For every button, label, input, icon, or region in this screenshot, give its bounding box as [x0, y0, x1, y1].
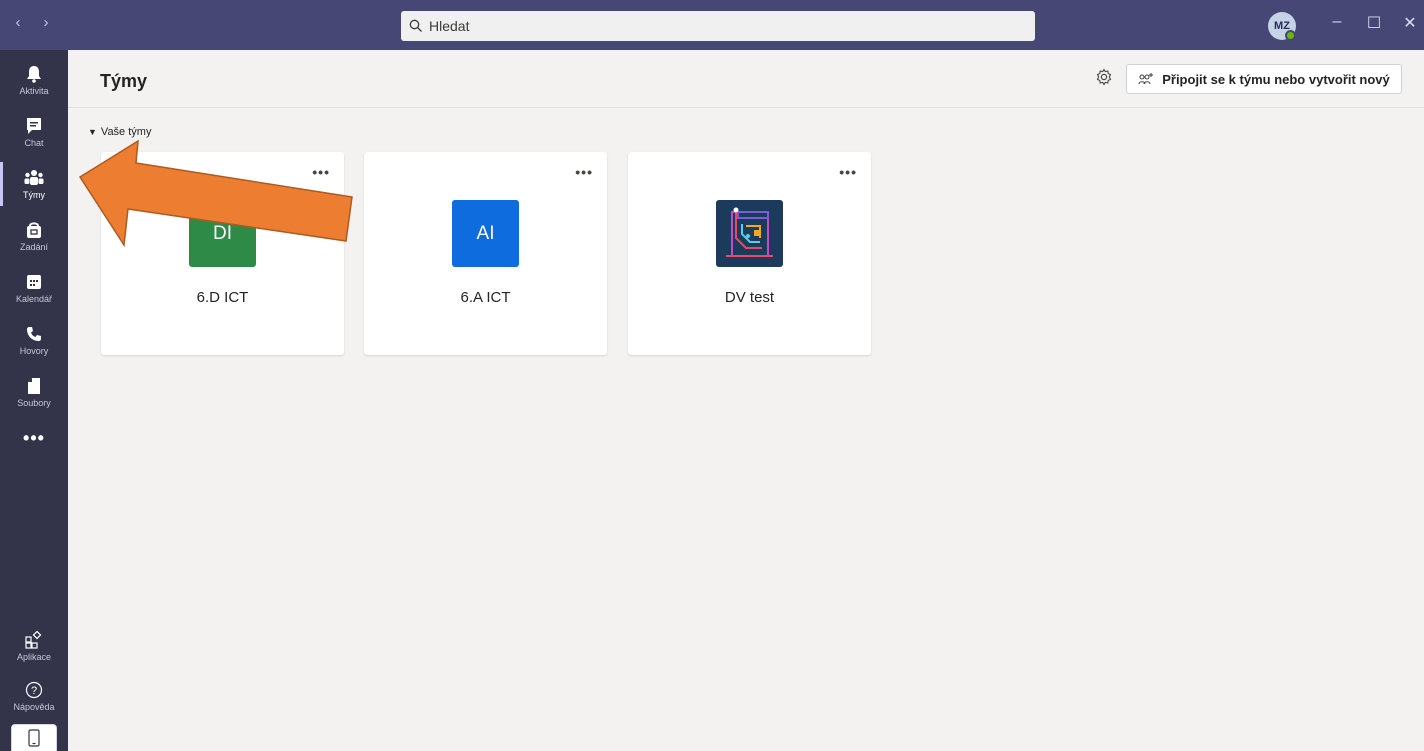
join-button-label: Připojit se k týmu nebo vytvořit nový	[1162, 71, 1390, 87]
rail-item-files[interactable]: Soubory	[0, 366, 68, 418]
rail-item-label: Aplikace	[16, 651, 52, 662]
chat-icon	[26, 117, 42, 135]
team-avatar-tile	[716, 200, 783, 267]
team-name: DV test	[724, 289, 775, 306]
circuit-logo-icon	[726, 207, 773, 257]
more-apps-button[interactable]: •••	[0, 428, 68, 449]
rail-item-label: Soubory	[17, 397, 51, 408]
rail-item-label: Nápověda	[13, 701, 55, 712]
rail-item-label: Týmy	[23, 189, 45, 200]
minimize-button[interactable]: –	[1325, 13, 1349, 31]
team-more-options-button[interactable]: •••	[312, 164, 330, 180]
presence-status-icon	[1285, 30, 1296, 41]
add-team-icon	[1138, 73, 1154, 85]
mobile-device-icon	[28, 728, 40, 751]
join-or-create-team-button[interactable]: Připojit se k týmu nebo vytvořit nový	[1126, 64, 1402, 94]
title-bar: ‹ › Hledat MZ – ☐ ✕	[0, 0, 1424, 50]
app-bar: Aktivita Chat Týmy Zadání Kalendář Hovor…	[0, 50, 68, 751]
team-avatar-tile: DI	[189, 200, 256, 267]
calendar-icon	[26, 273, 42, 291]
team-more-options-button[interactable]: •••	[839, 164, 857, 180]
caret-down-icon: ▼	[88, 127, 97, 137]
team-name: 6.D ICT	[196, 289, 249, 306]
teams-icon	[24, 169, 44, 187]
rail-item-chat[interactable]: Chat	[0, 106, 68, 158]
rail-item-label: Aktivita	[19, 85, 49, 96]
team-card[interactable]: ••• DV test	[628, 152, 871, 355]
page-header: Týmy Připojit se k týmu nebo vytvořit no…	[68, 50, 1424, 108]
page-title: Týmy	[100, 71, 148, 91]
rail-item-label: Hovory	[19, 345, 49, 356]
help-icon: ?	[25, 681, 43, 699]
back-button[interactable]: ‹	[10, 14, 26, 31]
manage-teams-button[interactable]	[1095, 68, 1113, 91]
file-icon	[27, 377, 41, 395]
bell-icon	[26, 65, 42, 83]
search-input[interactable]: Hledat	[401, 11, 1035, 41]
forward-button[interactable]: ›	[38, 14, 54, 31]
maximize-button[interactable]: ☐	[1362, 13, 1386, 33]
gear-icon	[1095, 68, 1113, 90]
rail-item-label: Chat	[24, 137, 44, 148]
rail-item-label: Zadání	[19, 241, 49, 252]
section-label: Vaše týmy	[100, 126, 152, 138]
rail-item-assignments[interactable]: Zadání	[0, 210, 68, 262]
rail-item-activity[interactable]: Aktivita	[0, 54, 68, 106]
your-teams-toggle[interactable]: ▼ Vaše týmy	[88, 126, 151, 138]
rail-item-apps[interactable]: Aplikace	[0, 620, 68, 672]
team-avatar-tile: AI	[452, 200, 519, 267]
team-card[interactable]: ••• DI 6.D ICT	[101, 152, 344, 355]
rail-item-label: Kalendář	[15, 293, 53, 304]
close-button[interactable]: ✕	[1398, 13, 1422, 33]
assignments-icon	[26, 221, 42, 239]
phone-icon	[26, 325, 42, 343]
team-more-options-button[interactable]: •••	[575, 164, 593, 180]
rail-item-teams[interactable]: Týmy	[0, 158, 68, 210]
team-card[interactable]: ••• AI 6.A ICT	[364, 152, 607, 355]
search-placeholder: Hledat	[429, 18, 470, 34]
rail-item-calls[interactable]: Hovory	[0, 314, 68, 366]
team-name: 6.A ICT	[460, 289, 511, 306]
search-icon	[409, 19, 422, 32]
apps-icon	[25, 630, 43, 649]
history-nav: ‹ ›	[10, 14, 54, 31]
download-mobile-app-button[interactable]	[11, 724, 57, 751]
rail-item-calendar[interactable]: Kalendář	[0, 262, 68, 314]
svg-text:?: ?	[31, 685, 37, 697]
rail-item-help[interactable]: ? Nápověda	[0, 670, 68, 722]
